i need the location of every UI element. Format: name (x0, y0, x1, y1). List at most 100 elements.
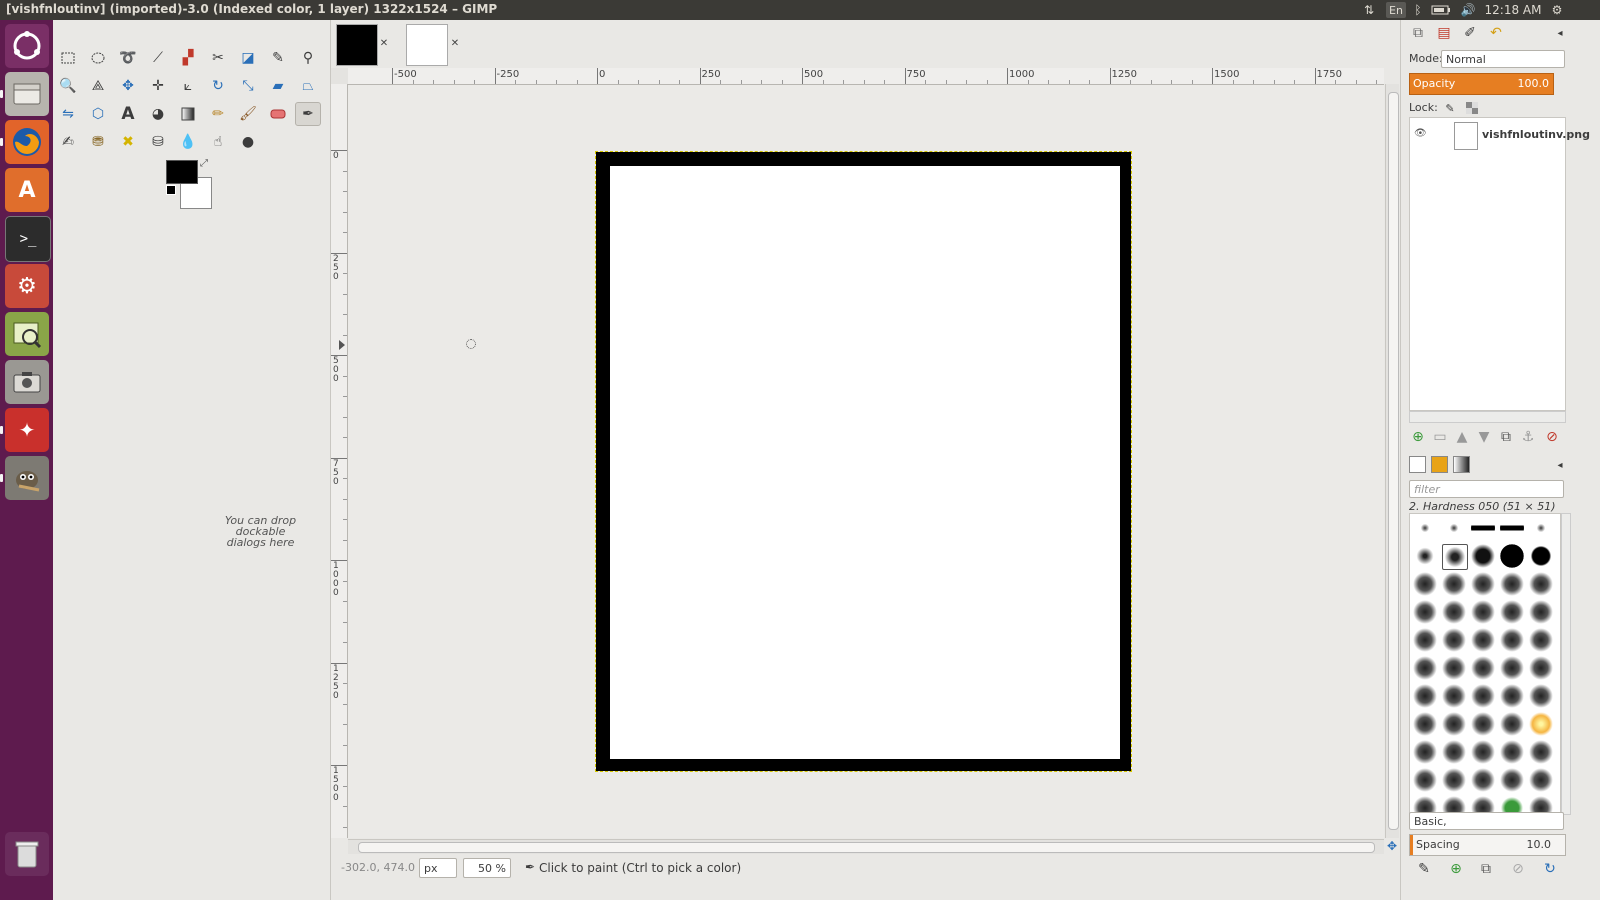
channels-tab-icon[interactable]: ▤ (1433, 22, 1455, 44)
brush-preview[interactable] (1413, 740, 1437, 764)
canvas-viewport[interactable] (348, 85, 1384, 838)
brush-preview[interactable] (1500, 572, 1524, 596)
brush-preview[interactable] (1413, 516, 1437, 540)
ellipse-select-icon[interactable] (85, 46, 111, 70)
blend-icon[interactable] (175, 102, 201, 126)
layer-row[interactable]: 👁 vishfnloutinv.png (1410, 120, 1590, 150)
brush-preview[interactable] (1529, 544, 1553, 568)
app-red-icon[interactable]: ✦ (5, 408, 49, 452)
mode-select[interactable]: Normal (1441, 50, 1565, 68)
gimp-icon[interactable] (5, 456, 49, 500)
brush-grid[interactable] (1409, 513, 1561, 815)
move-icon[interactable]: ✥ (115, 74, 141, 98)
battery-icon[interactable] (1430, 2, 1452, 18)
text-tool-icon[interactable]: A (115, 102, 141, 126)
brush-preview[interactable] (1500, 516, 1524, 540)
ruler-corner[interactable] (331, 68, 348, 85)
brush-preview[interactable] (1471, 628, 1495, 652)
brush-preview[interactable] (1442, 684, 1466, 708)
dock-menu-icon[interactable]: ◂ (1549, 22, 1571, 44)
delete-brush-icon[interactable]: ⊘ (1507, 858, 1529, 880)
volume-icon[interactable]: 🔊 (1458, 2, 1478, 18)
layers-tab-icon[interactable]: ⧉ (1407, 22, 1429, 44)
files-icon[interactable] (5, 72, 49, 116)
brush-preview[interactable] (1529, 656, 1553, 680)
lasso-icon[interactable]: ➰ (115, 46, 141, 70)
brush-preview[interactable] (1442, 628, 1466, 652)
brush-preview[interactable] (1471, 768, 1495, 792)
trash-icon[interactable] (5, 832, 49, 876)
dash-home-icon[interactable] (5, 24, 49, 68)
brush-preview[interactable] (1413, 768, 1437, 792)
brush-preview[interactable] (1529, 600, 1553, 624)
brush-preview[interactable] (1471, 656, 1495, 680)
brush-preview[interactable] (1471, 740, 1495, 764)
software-center-icon[interactable]: A (5, 168, 49, 212)
brush-preview[interactable] (1529, 684, 1553, 708)
measure-icon[interactable]: ⟁ (85, 74, 111, 98)
blur-icon[interactable]: 💧 (175, 130, 201, 154)
brush-preview[interactable] (1500, 628, 1524, 652)
layer-name[interactable]: vishfnloutinv.png (1482, 128, 1590, 141)
eraser-icon[interactable] (265, 102, 291, 126)
swap-colors-icon[interactable]: ⤢ (200, 158, 208, 169)
layers-hscroll[interactable] (1409, 411, 1566, 423)
brush-preview[interactable] (1471, 684, 1495, 708)
paintbrush-icon[interactable]: 🖌 (235, 102, 261, 126)
brush-preview[interactable] (1471, 712, 1495, 736)
brush-preview[interactable] (1442, 712, 1466, 736)
firefox-icon[interactable] (5, 120, 49, 164)
brush-preview[interactable] (1500, 544, 1524, 568)
network-icon[interactable]: ⇅ (1360, 2, 1378, 18)
ink-icon[interactable]: ✍ (55, 130, 81, 154)
shear-icon[interactable]: ▰ (265, 74, 291, 98)
new-brush-icon[interactable]: ⊕ (1445, 858, 1467, 880)
brush-preview[interactable] (1471, 544, 1495, 568)
brush-preview[interactable] (1529, 572, 1553, 596)
refresh-brushes-icon[interactable]: ↻ (1539, 858, 1561, 880)
vertical-ruler[interactable]: 0 250 500 750 1000 1250 1500 (331, 84, 348, 838)
raise-layer-icon[interactable]: ▲ (1451, 426, 1473, 448)
brush-preview[interactable] (1413, 656, 1437, 680)
image-tab-thumbnail[interactable] (406, 24, 448, 66)
zoom-icon[interactable]: 🔍 (55, 74, 81, 98)
zoom-select[interactable]: 50 % (463, 858, 511, 878)
gradients-tab-icon[interactable] (1453, 456, 1470, 473)
dodge-burn-icon[interactable]: ● (235, 130, 261, 154)
clone-icon[interactable]: ⛃ (85, 130, 111, 154)
brush-preview[interactable] (1471, 600, 1495, 624)
brush-preview[interactable] (1500, 768, 1524, 792)
cage-transform-icon[interactable]: ⬡ (85, 102, 111, 126)
brush-preview[interactable] (1500, 712, 1524, 736)
navigate-icon[interactable]: ✥ (1385, 839, 1399, 853)
brush-preview[interactable] (1500, 740, 1524, 764)
color-picker-icon[interactable]: ⚲ (295, 46, 321, 70)
scrollbar-thumb[interactable] (358, 842, 1375, 853)
brush-preview[interactable] (1471, 516, 1495, 540)
keyboard-layout[interactable]: En (1386, 2, 1406, 18)
brush-preview[interactable] (1529, 768, 1553, 792)
paths-tab-icon[interactable]: ✐ (1459, 22, 1481, 44)
scrollbar-thumb[interactable] (1388, 92, 1399, 830)
brush-preview[interactable] (1413, 544, 1437, 568)
brushes-tab-icon[interactable] (1409, 456, 1426, 473)
brush-preview[interactable] (1471, 572, 1495, 596)
screenshot-icon[interactable] (5, 360, 49, 404)
lower-layer-icon[interactable]: ▼ (1473, 426, 1495, 448)
brush-preview[interactable] (1500, 600, 1524, 624)
brush-preview[interactable] (1442, 516, 1466, 540)
brush-preview[interactable] (1529, 740, 1553, 764)
lock-alpha-icon[interactable] (1461, 97, 1483, 119)
brush-preview[interactable] (1442, 768, 1466, 792)
horizontal-ruler[interactable]: -500 -250 0 250 500 750 1000 1250 1500 1750 (348, 68, 1384, 85)
scale-icon[interactable]: ⤡ (235, 74, 261, 98)
brush-preview[interactable] (1413, 600, 1437, 624)
brush-preview[interactable] (1413, 572, 1437, 596)
flip-icon[interactable]: ⇋ (55, 102, 81, 126)
brush-preview[interactable] (1413, 684, 1437, 708)
foreground-select-icon[interactable]: ◪ (235, 46, 261, 70)
close-icon[interactable]: ✕ (449, 38, 461, 50)
image-viewer-icon[interactable] (5, 312, 49, 356)
unit-select[interactable]: px (419, 858, 457, 878)
brush-preview[interactable] (1529, 628, 1553, 652)
